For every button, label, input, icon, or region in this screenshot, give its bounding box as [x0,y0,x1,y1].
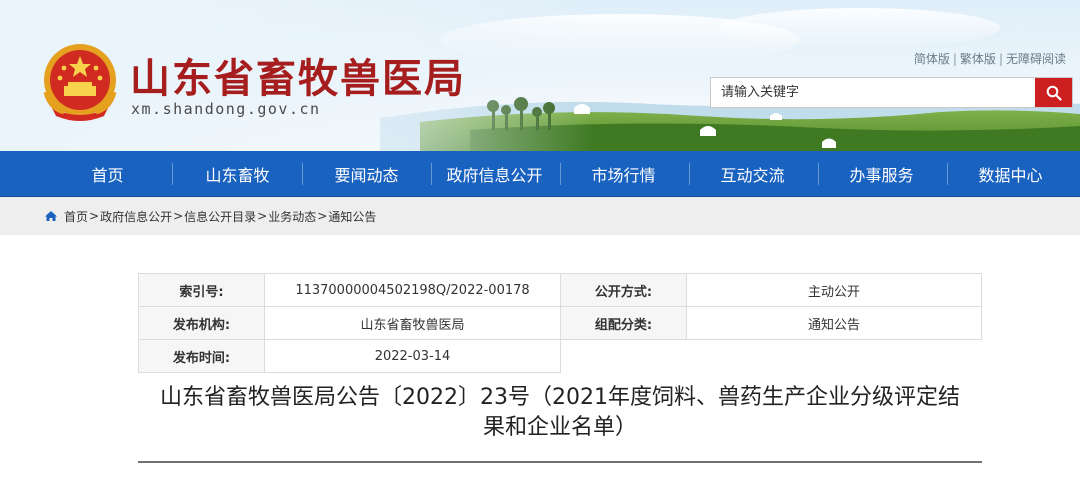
disclosure-method-label: 公开方式: [560,273,687,307]
publish-date-value: 2022-03-14 [264,339,561,373]
nav-item-gov-info[interactable]: 政府信息公开 [430,151,559,197]
national-emblem-icon [43,44,117,121]
home-icon [44,210,58,222]
breadcrumb-separator: > [257,209,268,223]
title-divider [138,461,982,463]
breadcrumb-notices[interactable]: 通知公告 [328,208,376,225]
empty-cell [560,339,982,373]
nav-item-interaction[interactable]: 互动交流 [688,151,817,197]
breadcrumb-gov-info[interactable]: 政府信息公开 [100,208,172,225]
nav-item-data-center[interactable]: 数据中心 [946,151,1075,197]
article-title-line-1: 山东省畜牧兽医局公告〔2022〕23号（2021年度饲料、兽药生产企业分级评定结 [160,385,960,410]
accessibility-link[interactable]: 无障碍阅读 [1006,52,1066,66]
nav-item-services[interactable]: 办事服务 [817,151,946,197]
table-row: 发布时间: 2022-03-14 [138,339,982,373]
top-link-separator: | [952,52,957,66]
index-number-label: 索引号: [138,273,265,307]
breadcrumb-info-catalog[interactable]: 信息公开目录 [184,208,256,225]
breadcrumb-business-news[interactable]: 业务动态 [268,208,316,225]
nav-item-news[interactable]: 要闻动态 [302,151,431,197]
main-nav: 首页 山东畜牧 要闻动态 政府信息公开 市场行情 互动交流 办事服务 数据中心 [0,151,1080,197]
breadcrumb-home[interactable]: 首页 [64,208,88,225]
simplified-chinese-link[interactable]: 简体版 [914,52,950,66]
top-links: 简体版 | 繁体版 | 无障碍阅读 [914,50,1066,67]
publish-date-label: 发布时间: [138,339,265,373]
traditional-chinese-link[interactable]: 繁体版 [960,52,996,66]
index-number-value: 11370000004502198Q/2022-00178 [264,273,561,307]
search-input[interactable] [711,78,1037,107]
breadcrumb-separator: > [317,209,328,223]
category-value: 通知公告 [686,306,982,340]
publisher-value: 山东省畜牧兽医局 [264,306,561,340]
top-link-separator: | [998,52,1003,66]
document-meta-table: 索引号: 11370000004502198Q/2022-00178 公开方式:… [138,273,982,373]
category-label: 组配分类: [560,306,687,340]
article-title: 山东省畜牧兽医局公告〔2022〕23号（2021年度饲料、兽药生产企业分级评定结… [138,383,982,443]
table-row: 索引号: 11370000004502198Q/2022-00178 公开方式:… [138,273,982,307]
publisher-label: 发布机构: [138,306,265,340]
disclosure-method-value: 主动公开 [686,273,982,307]
search-box [710,77,1073,108]
breadcrumb-separator: > [89,209,100,223]
article-title-line-2: 果和企业名单） [482,415,637,440]
site-domain: xm.shandong.gov.cn [131,100,321,118]
nav-item-market[interactable]: 市场行情 [559,151,688,197]
nav-item-shandong-livestock[interactable]: 山东畜牧 [173,151,302,197]
site-title: 山东省畜牧兽医局 [130,56,466,102]
breadcrumb-separator: > [173,209,184,223]
search-button[interactable] [1035,78,1072,107]
table-row: 发布机构: 山东省畜牧兽医局 组配分类: 通知公告 [138,306,982,340]
breadcrumb: 首页 > 政府信息公开 > 信息公开目录 > 业务动态 > 通知公告 [44,197,376,235]
breadcrumb-bar: 首页 > 政府信息公开 > 信息公开目录 > 业务动态 > 通知公告 [0,197,1080,235]
search-icon [1046,85,1062,101]
site-header: 山东省畜牧兽医局 xm.shandong.gov.cn 简体版 | 繁体版 | 无障碍阅… [0,0,1080,151]
nav-item-home[interactable]: 首页 [43,151,172,197]
